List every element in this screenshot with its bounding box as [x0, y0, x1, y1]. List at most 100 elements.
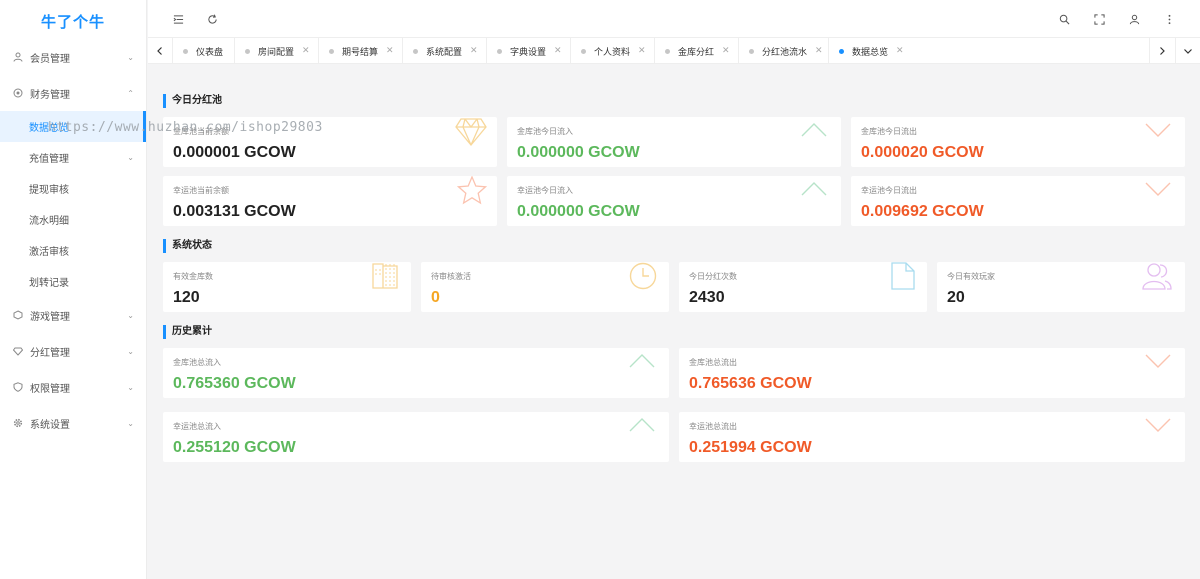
- search-icon[interactable]: [1056, 11, 1072, 27]
- close-icon[interactable]: ✕: [554, 46, 562, 56]
- sidebar-subitem-label: 流水明细: [29, 216, 69, 227]
- section-title-system-status: 系统状态: [163, 239, 212, 253]
- stat-value: 0.000001 GCOW: [173, 144, 296, 161]
- sidebar-subitem-activation-review[interactable]: 激活审核: [0, 235, 146, 266]
- sidebar-subitem-label: 数据总览: [29, 123, 69, 134]
- stat-value: 20: [947, 289, 965, 306]
- stat-value: 0: [431, 289, 440, 306]
- sidebar-item-label: 权限管理: [30, 383, 70, 395]
- tab-room-config[interactable]: 房间配置 ✕: [234, 38, 318, 64]
- stat-label: 有效金库数: [173, 272, 213, 281]
- stat-label: 金库池今日流出: [861, 127, 917, 136]
- trend-down-icon: [1145, 354, 1171, 368]
- tab-status-dot: [329, 48, 334, 54]
- close-icon[interactable]: ✕: [470, 46, 478, 56]
- sidebar-item-system-settings[interactable]: 系统设置 ⌄: [0, 405, 146, 441]
- sidebar-item-games[interactable]: 游戏管理 ⌄: [0, 297, 146, 333]
- sidebar-subitem-label: 划转记录: [29, 278, 69, 289]
- clock-icon: [629, 262, 657, 290]
- chevron-down-icon: ⌄: [127, 418, 134, 428]
- tab-vault-dividend[interactable]: 金库分红 ✕: [654, 38, 738, 64]
- stat-card-lucky-inflow-today: 幸运池今日流入 0.000000 GCOW: [507, 176, 841, 226]
- tab-data-overview[interactable]: 数据总览 ✕: [828, 38, 912, 64]
- sidebar: 牛了个牛 会员管理 ⌄ 财务管理 ⌃ 数据总览 充值管理 ⌄ 提现审核 流水明细…: [0, 0, 147, 579]
- tabs-scroll-left-button[interactable]: [148, 38, 172, 64]
- close-icon[interactable]: ✕: [722, 46, 730, 56]
- tab-dictionary-settings[interactable]: 字典设置 ✕: [486, 38, 570, 64]
- trend-up-icon: [801, 123, 827, 137]
- stat-label: 今日分红次数: [689, 272, 737, 281]
- stat-label: 待审核激活: [431, 272, 471, 281]
- chevron-down-icon: ⌄: [127, 382, 134, 392]
- stat-card-vault-outflow-today: 金库池今日流出 0.000020 GCOW: [851, 117, 1185, 167]
- stat-value: 0.000000 GCOW: [517, 144, 640, 161]
- stat-label: 今日有效玩家: [947, 272, 995, 281]
- close-icon[interactable]: ✕: [386, 46, 394, 56]
- tab-status-dot: [245, 48, 250, 54]
- close-icon[interactable]: ✕: [638, 46, 646, 56]
- top-bar: [148, 0, 1200, 38]
- trend-up-icon: [629, 354, 655, 368]
- tab-label: 字典设置: [510, 47, 547, 58]
- user-avatar-icon[interactable]: [1126, 11, 1142, 27]
- tab-profile[interactable]: 个人资料 ✕: [570, 38, 654, 64]
- stat-value: 0.009692 GCOW: [861, 203, 984, 220]
- chevron-down-icon: ⌄: [127, 346, 134, 356]
- star-icon: [457, 176, 487, 205]
- users-icon: [1141, 262, 1173, 290]
- tab-period-settlement[interactable]: 期号结算 ✕: [318, 38, 402, 64]
- stat-card-vault-balance: 金库池当前余额 0.000001 GCOW: [163, 117, 497, 167]
- section-title-history-cumulative: 历史累计: [163, 325, 212, 339]
- tab-status-dot: [665, 48, 670, 54]
- tab-label: 期号结算: [342, 47, 379, 58]
- sidebar-subitem-label: 激活审核: [29, 247, 69, 258]
- refresh-icon[interactable]: [204, 11, 220, 27]
- stat-value: 0.765360 GCOW: [173, 375, 296, 392]
- tabs-menu-dropdown-button[interactable]: [1175, 38, 1199, 64]
- sidebar-item-members[interactable]: 会员管理 ⌄: [0, 39, 146, 75]
- sidebar-subitem-transfer-records[interactable]: 划转记录: [0, 266, 146, 297]
- trend-up-icon: [801, 182, 827, 196]
- sidebar-item-label: 分红管理: [30, 347, 70, 359]
- stat-card-lucky-outflow-today: 幸运池今日流出 0.009692 GCOW: [851, 176, 1185, 226]
- tab-dashboard[interactable]: 仪表盘: [172, 38, 234, 64]
- sidebar-item-permissions[interactable]: 权限管理 ⌄: [0, 369, 146, 405]
- tab-status-dot: [413, 48, 418, 54]
- dividend-icon: [12, 345, 24, 357]
- stat-card-dividend-count-today: 今日分红次数 2430: [679, 262, 927, 312]
- sidebar-item-finance[interactable]: 财务管理 ⌃: [0, 75, 146, 111]
- more-vertical-icon[interactable]: [1161, 11, 1177, 27]
- tab-label: 仪表盘: [196, 47, 224, 58]
- stat-card-pending-activations: 待审核激活 0: [421, 262, 669, 312]
- tab-status-dot: [749, 48, 754, 54]
- tabs-scroll-right-button[interactable]: [1149, 38, 1173, 64]
- stat-label: 幸运池当前余额: [173, 186, 229, 195]
- fullscreen-icon[interactable]: [1091, 11, 1107, 27]
- stat-label: 金库池总流入: [173, 358, 221, 367]
- stat-card-lucky-total-outflow: 幸运池总流出 0.251994 GCOW: [679, 412, 1185, 462]
- sidebar-subitem-withdraw-review[interactable]: 提现审核: [0, 173, 146, 204]
- trend-down-icon: [1145, 182, 1171, 196]
- menu-fold-icon[interactable]: [170, 11, 186, 27]
- sidebar-subitem-recharge[interactable]: 充值管理 ⌄: [0, 142, 146, 173]
- stat-card-active-players-today: 今日有效玩家 20: [937, 262, 1185, 312]
- stat-value: 120: [173, 289, 200, 306]
- sidebar-item-dividends[interactable]: 分红管理 ⌄: [0, 333, 146, 369]
- trend-down-icon: [1145, 418, 1171, 432]
- sidebar-item-label: 财务管理: [30, 89, 70, 101]
- chevron-down-icon: ⌄: [127, 52, 134, 62]
- stat-value: 2430: [689, 289, 725, 306]
- tab-dividend-pool-flow[interactable]: 分红池流水 ✕: [738, 38, 828, 64]
- gear-icon: [12, 417, 24, 429]
- stat-label: 金库池当前余额: [173, 127, 229, 136]
- close-icon[interactable]: ✕: [815, 46, 823, 56]
- close-icon[interactable]: ✕: [896, 46, 904, 56]
- close-icon[interactable]: ✕: [302, 46, 310, 56]
- stat-value: 0.000000 GCOW: [517, 203, 640, 220]
- sidebar-item-label: 游戏管理: [30, 311, 70, 323]
- stat-card-lucky-total-inflow: 幸运池总流入 0.255120 GCOW: [163, 412, 669, 462]
- sidebar-subitem-data-overview[interactable]: 数据总览: [0, 111, 146, 142]
- app-logo[interactable]: 牛了个牛: [0, 0, 146, 42]
- sidebar-subitem-flow-detail[interactable]: 流水明细: [0, 204, 146, 235]
- tab-system-config[interactable]: 系统配置 ✕: [402, 38, 486, 64]
